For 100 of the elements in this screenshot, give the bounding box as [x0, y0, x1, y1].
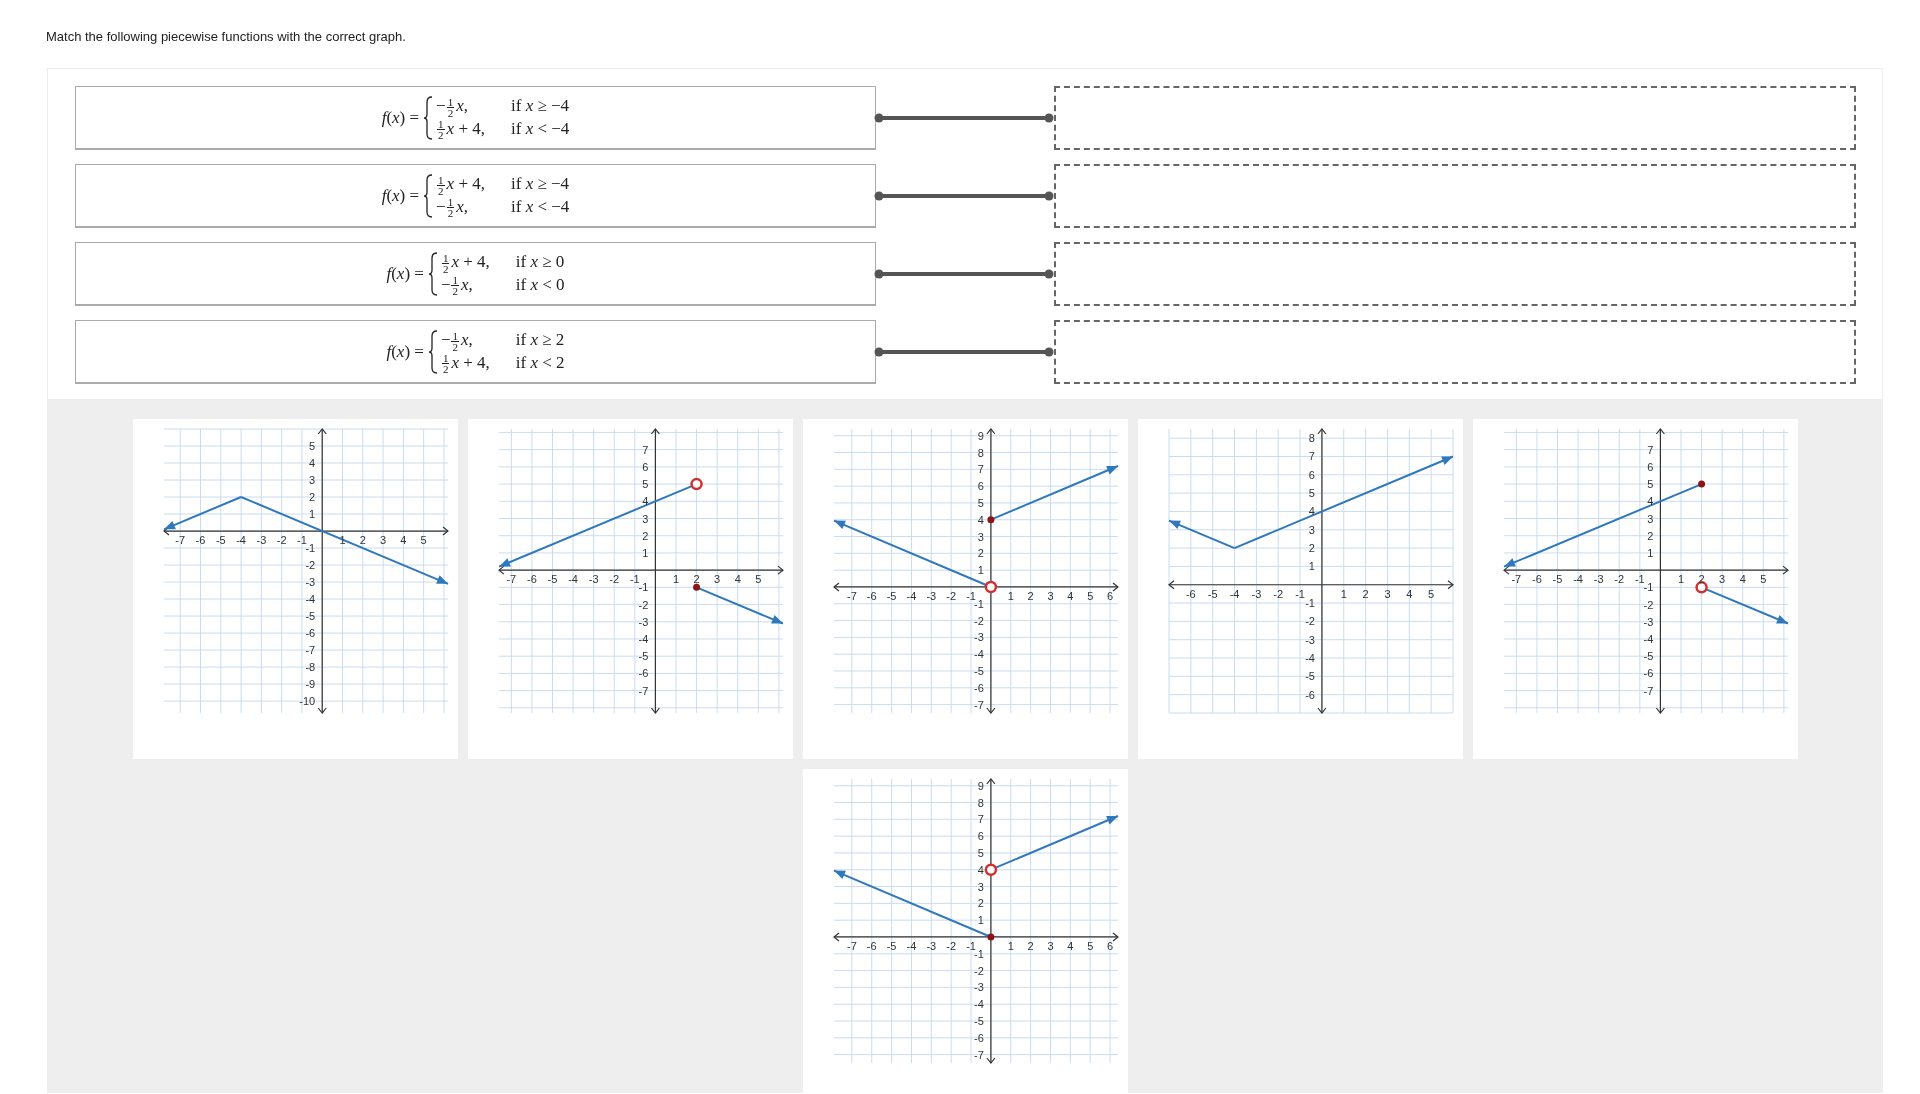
y-tick-label: -5 [973, 665, 984, 677]
x-tick-label: -3 [1251, 587, 1261, 600]
case-condition: if x ≥ −4 [511, 94, 570, 117]
y-tick-label: 1 [1646, 546, 1653, 559]
y-tick-label: 2 [308, 491, 315, 503]
y-tick-label: -6 [304, 627, 315, 640]
graph-card[interactable]: -7 -6 -5 -4 -3 -2 -1 1 2 3 4 5 6 9 8 7 6 5 4 3 2 1 -1 -2 -3 -4 -5 -6 -7 [802, 419, 1128, 759]
connector-line[interactable] [874, 191, 1054, 201]
x-tick-label: 2 [693, 573, 700, 586]
drop-zone[interactable] [1054, 86, 1856, 150]
y-tick-label: -7 [1643, 684, 1653, 697]
y-tick-label: -3 [973, 981, 984, 994]
x-tick-label: -1 [296, 534, 307, 547]
y-tick-label: -2 [973, 964, 984, 977]
x-tick-label: 3 [713, 573, 720, 586]
graph-card[interactable]: -7 -6 -5 -4 -3 -2 -1 1 2 3 4 5 5 4 3 2 1 -1 -2 -3 -4 -5 -6 -7 -8 -9 -10 [132, 419, 458, 759]
graph-card[interactable]: -7 -6 -5 -4 -3 -2 -1 1 2 3 4 5 7 6 5 4 3 2 1 -1 -2 -3 -4 -5 -6 -7 [467, 419, 793, 759]
x-tick-label: 3 [1383, 587, 1390, 600]
graph-card[interactable]: -7 -6 -5 -4 -3 -2 -1 1 2 3 4 5 6 9 8 7 6 5 4 3 2 1 -1 -2 -3 -4 -5 -6 -7 [802, 769, 1128, 1094]
formula-lhs: f(x) = [381, 107, 420, 128]
y-tick-label: -1 [304, 542, 315, 555]
y-tick-label: -2 [304, 559, 315, 572]
x-tick-label: 3 [1046, 939, 1054, 952]
x-tick-label: 4 [1405, 587, 1412, 600]
x-tick-label: -4 [906, 939, 916, 952]
case-condition: if x < 2 [515, 351, 565, 374]
x-tick-label: -2 [945, 589, 956, 602]
case-condition: if x < −4 [511, 117, 570, 140]
drop-zone[interactable] [1054, 164, 1856, 228]
x-tick-label: 5 [1086, 589, 1093, 602]
x-tick-label: 2 [1027, 939, 1034, 952]
graph-card[interactable]: -7 -6 -5 -4 -3 -2 -1 1 2 3 4 5 7 6 5 4 3 2 1 -1 -2 -3 -4 -5 -6 -7 [1472, 419, 1798, 759]
y-tick-label: 2 [1308, 542, 1315, 555]
y-tick-label: 7 [1646, 443, 1653, 456]
y-tick-label: -1 [638, 581, 648, 594]
formula-lhs: f(x) = [386, 263, 424, 284]
x-tick-label: 1 [1007, 589, 1014, 602]
y-tick-label: 1 [977, 914, 984, 927]
connector-line[interactable] [874, 269, 1054, 279]
y-tick-label: 3 [977, 880, 984, 893]
y-tick-label: -4 [304, 593, 315, 606]
y-tick-label: -5 [638, 650, 648, 663]
drop-zone[interactable] [1054, 242, 1856, 306]
x-tick-label: -4 [1572, 573, 1583, 586]
x-tick-label: 4 [1066, 589, 1073, 602]
y-tick-label: 1 [308, 508, 315, 521]
drop-zone[interactable] [1054, 320, 1856, 384]
y-tick-label: -3 [638, 615, 648, 628]
y-tick-label: -5 [1643, 650, 1653, 663]
y-tick-label: -6 [1643, 667, 1653, 680]
y-tick-label: 6 [1646, 460, 1653, 473]
y-tick-label: -3 [1643, 615, 1653, 628]
x-tick-label: 3 [1718, 573, 1725, 586]
x-tick-label: -1 [965, 589, 976, 602]
x-tick-label: -2 [608, 573, 619, 586]
y-tick-label: 1 [977, 564, 984, 577]
x-tick-label: -3 [925, 939, 936, 952]
y-tick-label: -8 [304, 661, 315, 674]
connector-line[interactable] [874, 347, 1054, 357]
x-tick-label: -7 [505, 573, 516, 586]
instruction-text: Match the following piecewise functions with the correct graph. [46, 29, 406, 44]
x-tick-label: -2 [1613, 573, 1624, 586]
x-tick-label: -5 [547, 573, 557, 586]
y-tick-label: 9 [977, 779, 984, 792]
x-tick-label: -7 [174, 534, 185, 547]
x-tick-label: -4 [235, 534, 246, 547]
y-tick-label: 2 [1646, 529, 1653, 542]
y-tick-label: 7 [641, 443, 648, 456]
y-tick-label: -7 [973, 698, 984, 711]
x-tick-label: -5 [1207, 587, 1218, 600]
y-tick-label: -5 [304, 610, 315, 623]
x-tick-label: -3 [256, 534, 266, 547]
formula-lhs: f(x) = [381, 185, 420, 206]
x-tick-label: -3 [925, 589, 936, 602]
y-tick-label: 3 [641, 512, 648, 525]
x-tick-label: -1 [1634, 573, 1645, 586]
y-tick-label: 5 [1646, 478, 1653, 491]
x-tick-label: 4 [399, 534, 406, 547]
x-tick-label: 5 [754, 573, 761, 586]
y-tick-label: -7 [973, 1048, 984, 1061]
y-tick-label: -2 [1304, 615, 1315, 628]
x-tick-label: -3 [588, 573, 599, 586]
y-tick-label: 4 [308, 457, 315, 469]
x-tick-label: 1 [1677, 573, 1684, 586]
x-tick-label: 5 [1086, 939, 1093, 952]
y-tick-label: 5 [308, 440, 315, 452]
y-tick-label: -4 [973, 998, 984, 1011]
x-tick-label: -1 [965, 939, 976, 952]
x-tick-label: 3 [1046, 589, 1054, 602]
y-tick-label: -9 [304, 678, 315, 691]
x-tick-label: -2 [276, 534, 287, 547]
x-tick-label: 5 [420, 534, 427, 547]
y-tick-label: -5 [973, 1015, 984, 1027]
x-tick-label: -2 [945, 939, 956, 952]
y-tick-label: -6 [1304, 688, 1315, 701]
x-tick-label: -3 [1593, 573, 1604, 586]
connector-line[interactable] [874, 113, 1054, 123]
graph-card[interactable]: -6 -5 -4 -3 -2 -1 1 2 3 4 5 8 7 6 5 4 3 2 1 -1 -2 -3 -4 -5 -6 [1137, 419, 1463, 759]
y-tick-label: 4 [977, 863, 984, 876]
y-tick-label: -2 [973, 614, 984, 627]
